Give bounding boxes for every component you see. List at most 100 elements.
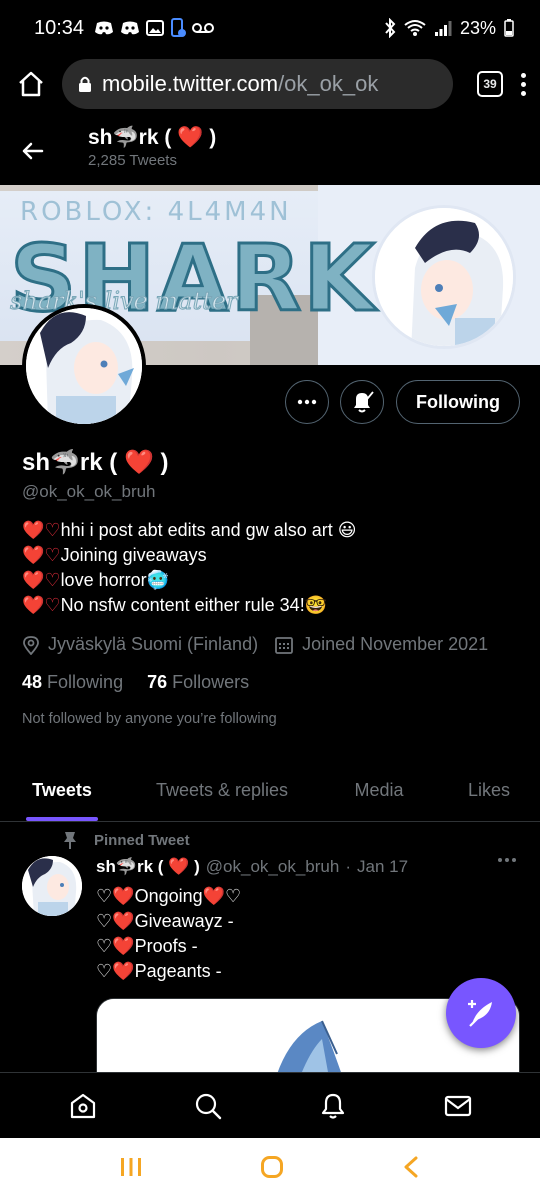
home-icon <box>70 1093 95 1118</box>
battery-icon <box>504 19 514 37</box>
status-bar: 10:34 23% <box>0 0 540 56</box>
bio-line: ❤️♡hhi i post abt edits and gw also art … <box>22 520 357 540</box>
profile-joined: Joined November 2021 <box>302 634 489 654</box>
emoji-icon: 😃 <box>337 520 357 540</box>
header-display-name: sh🦈rk ( ❤️ ) <box>88 126 217 149</box>
android-back-button[interactable] <box>401 1155 421 1184</box>
signal-icon <box>434 21 452 36</box>
tab-switcher-button[interactable]: 39 <box>477 71 503 97</box>
tweet-avatar[interactable] <box>22 856 82 916</box>
browser-home-button[interactable] <box>14 67 48 101</box>
banner-anime-image <box>372 205 516 349</box>
tab-likes[interactable]: Likes <box>438 760 540 821</box>
bio-line: ❤️♡No nsfw content either rule 34!🤓 <box>22 595 328 615</box>
url-host: mobile.twitter.com <box>102 71 279 96</box>
nav-search-button[interactable] <box>188 1086 228 1126</box>
calendar-icon <box>275 636 293 654</box>
lock-icon <box>79 76 91 92</box>
tweet-text: ♡❤️Ongoing❤️♡ ♡❤️Giveawayz - ♡❤️Proofs -… <box>96 884 241 984</box>
bottom-navigation <box>0 1072 540 1138</box>
tweet-author-name[interactable]: sh🦈rk ( ❤️ ) <box>96 857 200 877</box>
profile-display-name: sh🦈rk ( ❤️ ) <box>22 449 169 476</box>
home-icon <box>19 71 43 97</box>
mail-icon <box>444 1095 471 1116</box>
tab-tweets[interactable]: Tweets <box>0 760 124 821</box>
notifications-toggle-button[interactable] <box>340 380 384 424</box>
back-arrow-icon <box>22 142 44 160</box>
profile-bio: ❤️♡hhi i post abt edits and gw also art … <box>22 518 357 618</box>
tweet-header: sh🦈rk ( ❤️ ) @ok_ok_ok_bruh · Jan 17 <box>96 857 496 877</box>
shark-emoji-icon: 🦈 <box>115 857 138 876</box>
search-icon <box>195 1093 221 1119</box>
heart-emoji-icon: ❤️ <box>168 857 190 876</box>
android-home-icon <box>260 1155 283 1178</box>
heart-emoji-icon: ❤️♡ <box>22 595 61 615</box>
bio-line: ❤️♡love horror🥶 <box>22 570 170 590</box>
tweet-handle: @ok_ok_ok_bruh <box>205 857 340 876</box>
pinned-label: Pinned Tweet <box>62 830 190 850</box>
emoji-icon: 🤓 <box>304 595 328 615</box>
heart-emoji-icon: ❤️ <box>123 449 154 476</box>
heart-emoji-icon: ❤️♡ <box>22 570 61 590</box>
not-followed-note: Not followed by anyone you’re following <box>22 711 277 727</box>
status-time: 10:34 <box>34 16 85 39</box>
url-path: /ok_ok_ok <box>278 71 379 96</box>
shark-emoji-icon: 🦈 <box>50 449 80 476</box>
shark-emoji-icon: 🦈 <box>112 126 139 149</box>
discord-icon <box>121 21 140 35</box>
heart-emoji-icon: ❤️ <box>177 126 204 149</box>
more-dots-icon <box>297 399 317 405</box>
followers-link[interactable]: 76 Followers <box>147 672 249 693</box>
header-tweet-count: 2,285 Tweets <box>88 152 177 169</box>
back-button[interactable] <box>20 138 46 169</box>
profile-tabs: Tweets Tweets & replies Media Likes <box>0 760 540 822</box>
battery-percent: 23% <box>459 17 496 38</box>
emoji-icon: 🥶 <box>146 570 170 590</box>
tweet-line: ♡❤️Proofs - <box>96 936 198 956</box>
banner-roblox-text: ROBLOX: 4L4M4N <box>20 197 292 227</box>
more-options-button[interactable] <box>285 380 329 424</box>
compose-tweet-button[interactable] <box>446 978 516 1048</box>
phone-icon <box>171 18 187 37</box>
heart-emoji-icon: ❤️♡ <box>22 545 61 565</box>
follow-stats: 48 Following 76 Followers <box>22 672 249 693</box>
recent-apps-button[interactable] <box>119 1156 143 1183</box>
android-navigation-bar <box>0 1138 540 1200</box>
heart-emoji-icon: ❤️♡ <box>22 520 61 540</box>
compose-feather-icon <box>468 1000 492 1027</box>
url-bar[interactable]: mobile.twitter.com/ok_ok_ok <box>62 59 453 109</box>
banner-tagline: shark's live matter <box>9 287 238 316</box>
tweet-line: ♡❤️Ongoing❤️♡ <box>96 886 242 906</box>
tweet-line: ♡❤️Giveawayz - <box>96 911 234 931</box>
gallery-icon <box>146 20 165 36</box>
wifi-icon <box>404 20 426 36</box>
voicemail-icon <box>192 23 215 33</box>
nav-home-button[interactable] <box>63 1086 103 1126</box>
profile-header: sh🦈rk ( ❤️ ) 2,285 Tweets <box>0 118 540 184</box>
nav-messages-button[interactable] <box>438 1086 478 1126</box>
tweet-dot: · <box>345 857 351 876</box>
android-home-button[interactable] <box>260 1155 284 1184</box>
bell-icon <box>321 1093 344 1119</box>
browser-menu-button[interactable] <box>521 72 526 96</box>
pin-icon <box>64 832 76 849</box>
following-link[interactable]: 48 Following <box>22 672 123 693</box>
following-button[interactable]: Following <box>396 380 520 424</box>
profile-avatar[interactable] <box>22 304 146 428</box>
discord-icon <box>95 21 114 35</box>
tab-media[interactable]: Media <box>320 760 438 821</box>
browser-toolbar: mobile.twitter.com/ok_ok_ok 39 <box>0 56 540 112</box>
tweet-line: ♡❤️Pageants - <box>96 961 222 981</box>
tweet-date[interactable]: Jan 17 <box>357 857 408 877</box>
tab-tweets-replies[interactable]: Tweets & replies <box>124 760 320 821</box>
location-icon <box>23 635 39 655</box>
profile-location: Jyväskylä Suomi (Finland) <box>48 634 259 654</box>
recent-apps-icon <box>120 1157 141 1176</box>
tweet-more-button[interactable] <box>498 858 516 862</box>
profile-handle: @ok_ok_ok_bruh <box>22 482 156 501</box>
nav-notifications-button[interactable] <box>313 1086 353 1126</box>
bluetooth-icon <box>385 18 396 38</box>
android-back-icon <box>404 1156 418 1177</box>
notification-icons <box>94 18 215 38</box>
bio-line: ❤️♡Joining giveaways <box>22 545 207 565</box>
